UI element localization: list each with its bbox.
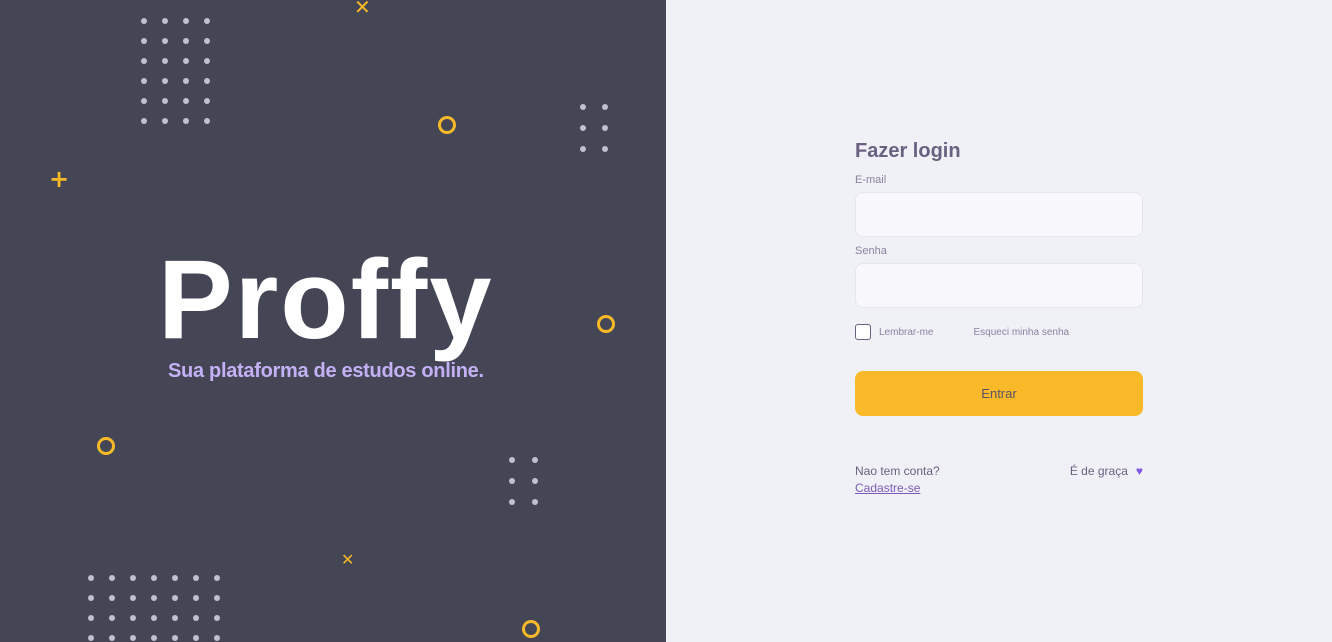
login-button[interactable]: Entrar — [855, 371, 1143, 416]
free-note: É de graça ♥ — [1070, 464, 1143, 478]
signup-link[interactable]: Cadastre-se — [855, 481, 920, 495]
email-field[interactable] — [855, 192, 1143, 237]
cross-icon: ✕ — [354, 0, 371, 19]
plus-icon: + — [49, 165, 70, 193]
remember-label[interactable]: Lembrar-me — [879, 327, 933, 338]
dot-grid-decoration — [141, 18, 210, 124]
remember-checkbox[interactable] — [855, 324, 871, 340]
ring-decoration — [97, 437, 115, 455]
dot-grid-decoration — [88, 575, 220, 641]
ring-decoration — [438, 116, 456, 134]
app-logo: Proffy — [158, 237, 494, 362]
options-row: Lembrar-me Esqueci minha senha — [855, 324, 1143, 340]
password-field[interactable] — [855, 263, 1143, 308]
password-label: Senha — [855, 245, 887, 257]
cross-icon: ✕ — [341, 550, 355, 569]
login-form: Fazer login E-mail Senha Lembrar-me Esqu… — [855, 140, 1143, 504]
form-title: Fazer login — [855, 140, 961, 162]
no-account-text: Nao tem conta? — [855, 464, 940, 478]
signup-footer: Nao tem conta? Cadastre-se É de graça ♥ — [855, 464, 1143, 504]
forgot-password-link[interactable]: Esqueci minha senha — [973, 327, 1069, 338]
ring-decoration — [597, 315, 615, 333]
tagline: Sua plataforma de estudos online. — [168, 360, 484, 382]
ring-decoration — [522, 620, 540, 638]
heart-icon: ♥ — [1135, 464, 1143, 478]
brand-panel: ✕ ✕ + Proffy Sua plataforma de estudos o… — [0, 0, 666, 642]
dot-grid-decoration — [580, 104, 608, 152]
email-label: E-mail — [855, 174, 887, 186]
free-text: É de graça — [1069, 464, 1128, 478]
dot-grid-decoration — [509, 457, 538, 505]
